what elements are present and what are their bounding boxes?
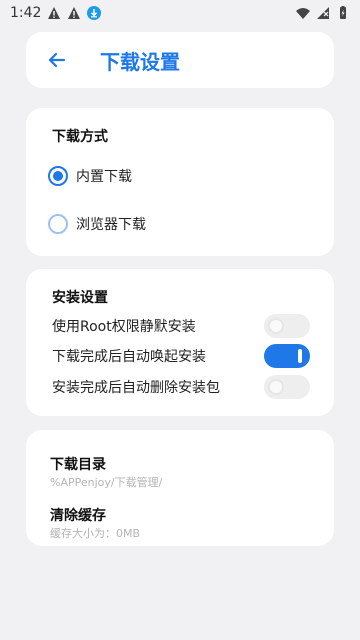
download-directory-path: %APPenjoy/下载管理/ <box>50 476 163 489</box>
radio-label: 内置下载 <box>76 169 132 185</box>
radio-label: 浏览器下载 <box>76 217 146 233</box>
setting-auto-delete-package: 安装完成后自动删除安装包 <box>52 375 310 399</box>
setting-label: 使用Root权限静默安装 <box>52 319 196 335</box>
install-settings-card: 安装设置 使用Root权限静默安装 下载完成后自动唤起安装 安装完成后自动删除安… <box>26 269 334 416</box>
toggle-switch[interactable] <box>264 375 310 399</box>
header-bar: 下载设置 <box>26 32 334 88</box>
wifi-icon <box>296 8 310 19</box>
toggle-knob <box>268 379 284 395</box>
back-arrow-icon[interactable] <box>44 47 70 73</box>
page-title: 下载设置 <box>100 49 180 74</box>
status-time: 1:42 <box>10 5 42 21</box>
download-notification-icon <box>87 6 102 20</box>
battery-icon <box>340 6 346 19</box>
toggle-knob <box>268 318 284 334</box>
setting-auto-launch-install: 下载完成后自动唤起安装 <box>52 344 310 368</box>
toggle-switch[interactable] <box>264 314 310 338</box>
setting-root-silent-install: 使用Root权限静默安装 <box>52 314 310 338</box>
setting-label: 下载完成后自动唤起安装 <box>52 349 206 365</box>
storage-card: 下载目录 %APPenjoy/下载管理/ 清除缓存 缓存大小为：0MB <box>26 430 334 546</box>
download-method-card: 下载方式 内置下载 浏览器下载 <box>26 108 334 256</box>
toggle-knob <box>298 349 302 363</box>
download-method-title: 下载方式 <box>52 129 108 145</box>
warning-icon <box>48 7 61 19</box>
warning-icon <box>68 7 81 19</box>
status-bar: 1:42 <box>0 0 360 26</box>
install-settings-title: 安装设置 <box>52 290 108 306</box>
radio-unchecked-icon[interactable] <box>48 214 68 234</box>
radio-option-browser-download[interactable]: 浏览器下载 <box>48 214 146 234</box>
cache-size-text: 缓存大小为：0MB <box>50 527 141 540</box>
setting-label: 安装完成后自动删除安装包 <box>52 380 220 396</box>
radio-option-builtin-download[interactable]: 内置下载 <box>48 166 132 186</box>
radio-checked-icon[interactable] <box>48 166 68 186</box>
clear-cache-title[interactable]: 清除缓存 <box>50 505 106 525</box>
download-directory-title[interactable]: 下载目录 <box>50 454 106 474</box>
toggle-switch[interactable] <box>264 344 310 368</box>
signal-icon <box>317 7 329 19</box>
